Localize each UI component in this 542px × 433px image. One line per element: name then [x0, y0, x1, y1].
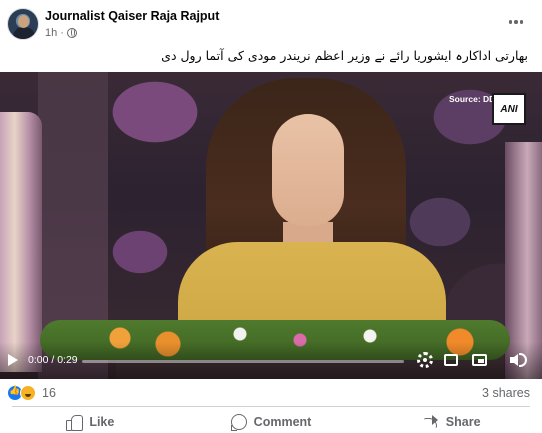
comment-icon	[230, 413, 247, 431]
share-button[interactable]: Share	[361, 410, 542, 433]
shares-count[interactable]: 3 shares	[482, 386, 530, 400]
expand-icon[interactable]	[444, 354, 458, 366]
post-meta: 1h ·	[45, 27, 77, 39]
gear-icon[interactable]	[417, 352, 433, 368]
progress-bar[interactable]	[82, 360, 404, 363]
share-label: Share	[445, 414, 481, 429]
share-icon	[423, 414, 439, 430]
comment-button[interactable]: Comment	[181, 410, 362, 433]
dot-icon	[514, 20, 518, 24]
post-header: Journalist Qaiser Raja Rajput 1h ·	[0, 0, 542, 44]
volume-icon[interactable]	[510, 354, 518, 366]
pip-icon[interactable]	[472, 354, 487, 366]
reaction-count: 16	[42, 386, 56, 400]
avatar-face	[18, 15, 29, 28]
post-caption: بھارتی اداکارہ ایشوریا رائے نے وزیر اعظم…	[161, 48, 528, 63]
post-card: Journalist Qaiser Raja Rajput 1h · بھارت…	[0, 0, 542, 433]
author-avatar[interactable]	[7, 8, 39, 40]
volume-waves-icon	[519, 353, 527, 367]
video-player[interactable]: Source: DD ANI 0:00 / 0:29	[0, 72, 542, 379]
ani-logo: ANI	[492, 93, 526, 125]
action-bar: Like Comment Share	[0, 410, 542, 433]
globe-icon[interactable]	[66, 28, 77, 38]
video-controls: 0:00 / 0:29	[0, 342, 542, 379]
thumbs-up-icon	[66, 414, 84, 431]
dot-icon	[508, 20, 513, 24]
more-options-button[interactable]	[503, 12, 529, 32]
speaker-face	[272, 114, 344, 226]
avatar-body	[13, 27, 35, 39]
video-time: 0:00 / 0:29	[28, 354, 78, 366]
like-label: Like	[89, 414, 115, 429]
reactions-summary[interactable]: 16	[7, 385, 56, 401]
meta-separator: ·	[60, 27, 64, 39]
divider	[12, 406, 530, 407]
post-time[interactable]: 1h	[45, 27, 57, 39]
play-icon[interactable]	[8, 354, 18, 366]
video-source-label: Source: DD	[449, 94, 496, 104]
author-name[interactable]: Journalist Qaiser Raja Rajput	[45, 9, 219, 23]
like-button[interactable]: Like	[0, 410, 181, 433]
dot-icon	[519, 20, 524, 24]
haha-reaction-icon	[20, 385, 36, 401]
decor-panel-left	[0, 112, 42, 372]
comment-label: Comment	[253, 414, 312, 429]
